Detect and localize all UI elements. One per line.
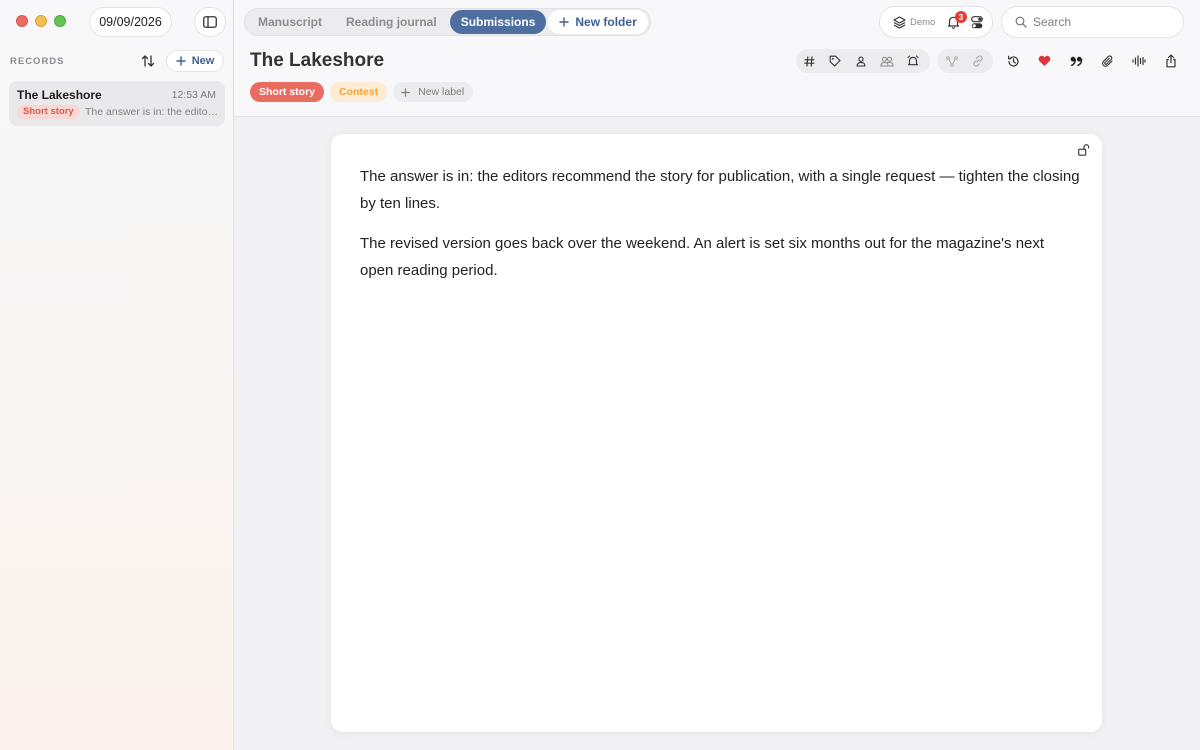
hashtag-button[interactable] (796, 49, 822, 73)
branch-icon (946, 55, 958, 67)
note-paragraph[interactable]: The revised version goes back over the w… (360, 230, 1080, 284)
note-card[interactable]: The answer is in: the editors recommend … (331, 134, 1102, 732)
plus-icon (175, 56, 186, 66)
person-icon (856, 56, 866, 67)
close-window-button[interactable] (16, 15, 28, 27)
zoom-window-button[interactable] (54, 15, 66, 27)
heart-icon (1038, 55, 1050, 66)
date-label: 09/09/2026 (99, 15, 162, 29)
share-icon (1166, 54, 1176, 68)
alarm-icon (907, 55, 919, 66)
sort-button[interactable] (137, 51, 159, 71)
record-title: The Lakeshore (17, 88, 102, 102)
record-tag: Short story (17, 105, 80, 119)
link-button[interactable] (965, 49, 991, 73)
workspace-pill: Demo 3 (879, 6, 993, 38)
search-icon (1015, 16, 1027, 28)
layers-icon[interactable] (893, 16, 906, 29)
quote-icon (1070, 56, 1082, 66)
record-item[interactable]: The Lakeshore 12:53 AM Short story The a… (9, 81, 225, 126)
link-icon (973, 55, 983, 67)
audio-button[interactable] (1126, 49, 1152, 73)
paperclip-icon (1102, 54, 1113, 67)
branch-button[interactable] (939, 49, 965, 73)
share-button[interactable] (1158, 49, 1184, 73)
people-icon (880, 56, 894, 66)
history-button[interactable] (1000, 49, 1026, 73)
tag-icon (829, 55, 841, 67)
search-field[interactable] (1001, 6, 1184, 38)
note-paragraph[interactable]: The answer is in: the editors recommend … (360, 163, 1080, 217)
label-row: Short story Contest New label (250, 82, 474, 102)
folder-tabs: Manuscript Reading journal Submissions N… (244, 8, 651, 36)
sidebar: 09/09/2026 RECORDS New The Lakeshore 12:… (0, 0, 234, 750)
toggle-switch-icon[interactable] (971, 16, 983, 29)
new-folder-button[interactable]: New folder (548, 10, 648, 34)
label-contest[interactable]: Contest (330, 82, 388, 102)
header: Manuscript Reading journal Submissions N… (234, 0, 1200, 117)
editor-area: The answer is in: the editors recommend … (234, 117, 1200, 750)
tab-submissions[interactable]: Submissions (449, 10, 547, 34)
metadata-toolbar (796, 49, 930, 73)
new-record-button[interactable]: New (166, 50, 224, 72)
attach-button[interactable] (1095, 49, 1121, 73)
sort-arrows-icon (141, 55, 155, 67)
history-icon (1007, 55, 1019, 67)
waveform-icon (1132, 55, 1146, 67)
favorite-button[interactable] (1031, 49, 1057, 73)
records-heading: RECORDS (10, 56, 65, 67)
notification-badge: 3 (955, 11, 967, 23)
unlock-icon[interactable] (1078, 144, 1090, 156)
tab-manuscript[interactable]: Manuscript (247, 10, 333, 34)
sidebar-icon (203, 16, 217, 28)
link-toolbar (937, 49, 993, 73)
workspace-label[interactable]: Demo (910, 17, 935, 28)
tab-reading-journal[interactable]: Reading journal (335, 10, 448, 34)
quote-button[interactable] (1063, 49, 1089, 73)
sidebar-toggle-button[interactable] (194, 7, 226, 37)
record-snippet: The answer is in: the editors recommend … (85, 106, 219, 118)
minimize-window-button[interactable] (35, 15, 47, 27)
new-label-text: New label (418, 86, 465, 98)
date-picker[interactable]: 09/09/2026 (89, 7, 172, 37)
label-short-story[interactable]: Short story (250, 82, 325, 102)
new-label-button[interactable]: New label (393, 82, 474, 102)
new-record-label: New (191, 55, 215, 67)
plus-icon (559, 17, 570, 27)
new-folder-label: New folder (575, 15, 637, 29)
window-controls (16, 15, 66, 27)
alarm-button[interactable] (900, 49, 926, 73)
person-button[interactable] (848, 49, 874, 73)
hashtag-icon (803, 55, 815, 67)
plus-icon (401, 87, 410, 97)
record-time: 12:53 AM (171, 89, 216, 101)
tag-button[interactable] (822, 49, 848, 73)
document-title[interactable]: The Lakeshore (250, 50, 384, 72)
people-button[interactable] (874, 49, 900, 73)
search-input[interactable] (1033, 15, 1163, 29)
